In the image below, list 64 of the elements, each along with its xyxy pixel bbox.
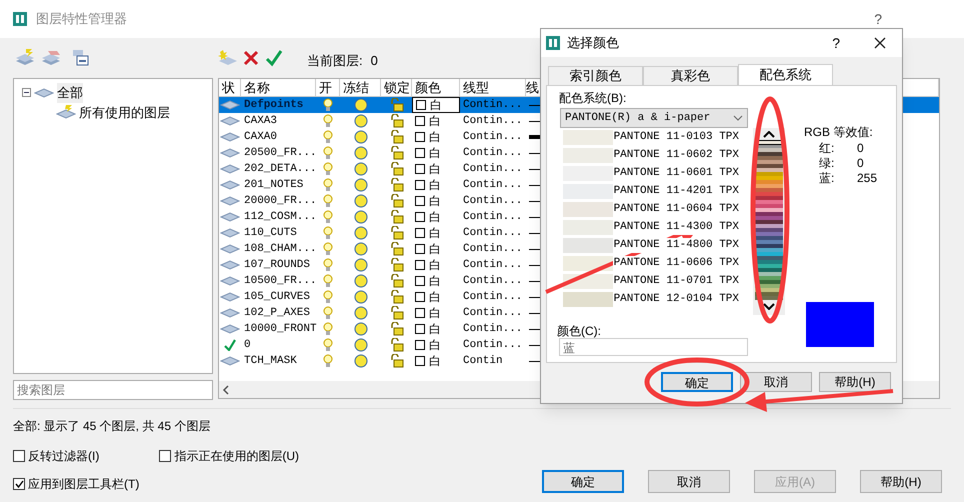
table-cell-text: Contin... <box>462 258 522 273</box>
table-cell-text: 201_NOTES <box>243 178 304 193</box>
table-cell: 白 <box>429 290 441 304</box>
table-cell-text: 107_ROUNDS <box>243 258 310 273</box>
table-cell-text: 202_DETA... <box>243 162 317 177</box>
table-cell-text: Contin... <box>462 322 522 337</box>
table-cell-text: Contin... <box>462 210 522 225</box>
table-cell-text: 20500_FR... <box>243 146 317 161</box>
table-cell-text: Contin... <box>462 146 522 161</box>
table-cell: 白 <box>429 354 441 368</box>
table-cell: 白 <box>429 306 441 320</box>
status-text: 全部: 显示了 45 个图层, 共 45 个图层 <box>13 418 212 435</box>
table-cell-text: Contin... <box>462 114 522 129</box>
table-cell-text: 0 <box>243 338 251 353</box>
rgb-value: 0 <box>857 156 864 171</box>
table-cell: 白 <box>429 162 441 176</box>
table-cell-text: 10000_FRONT <box>243 322 317 337</box>
table-cell-text: Defpoints <box>243 98 304 113</box>
table-cell: 白 <box>429 178 441 192</box>
color-label: 颜色(C): <box>557 323 601 340</box>
table-cell-text: Contin... <box>462 306 522 321</box>
table-cell-text: 102_P_AXES <box>243 306 310 321</box>
table-cell-text: Contin... <box>462 274 522 289</box>
table-cell-text: 112_COSM... <box>243 210 317 225</box>
table-cell-text: Contin... <box>462 338 522 353</box>
table-cell: 白 <box>429 130 441 144</box>
table-cell-text: CAXA0 <box>243 130 278 145</box>
color-book-label: 配色系统(B): <box>559 90 626 107</box>
table-cell-text: Contin... <box>462 130 522 145</box>
table-cell: 白 <box>429 274 441 288</box>
dialog-title: 选择颜色 <box>567 34 619 52</box>
table-cell: 白 <box>429 242 441 256</box>
table-cell-text: 110_CUTS <box>243 226 297 241</box>
table-cell: 白 <box>429 338 441 352</box>
table-cell-text: Contin <box>462 354 503 369</box>
rgb-channel-label: 绿: <box>819 156 836 171</box>
rgb-channel-label: 蓝: <box>819 171 836 186</box>
table-cell-text: 105_CURVES <box>243 290 310 305</box>
table-cell: 白 <box>429 210 441 224</box>
table-cell: 白 <box>429 322 441 336</box>
table-cell-text: TCH_MASK <box>243 354 297 369</box>
table-cell-text: Contin... <box>462 162 522 177</box>
table-cell: 白 <box>430 98 442 112</box>
table-cell-text: Contin... <box>462 194 522 209</box>
table-cell-text: Contin... <box>462 226 522 241</box>
current-layer-label: 当前图层: 0 <box>307 52 378 70</box>
table-cell-text: Contin... <box>462 98 522 113</box>
table-cell-text: Contin... <box>462 242 522 257</box>
table-cell: 白 <box>429 194 441 208</box>
table-cell: 白 <box>429 258 441 272</box>
table-cell-text: Contin... <box>462 178 522 193</box>
table-cell-text: 20000_FR... <box>243 194 317 209</box>
table-cell: 白 <box>429 146 441 160</box>
rgb-value: 0 <box>857 141 864 156</box>
rgb-channel-label: 红: <box>819 141 836 156</box>
window-title: 图层特性管理器 <box>36 10 127 28</box>
table-cell-text: 10500_FR... <box>243 274 317 289</box>
table-cell-text: Contin... <box>462 290 522 305</box>
table-cell-text: CAXA3 <box>243 114 278 129</box>
rgb-label: RGB 等效值: <box>804 124 873 141</box>
table-cell: 白 <box>429 226 441 240</box>
table-cell: 白 <box>429 114 441 128</box>
table-cell-text: 108_CHAM... <box>243 242 317 257</box>
rgb-value: 255 <box>857 171 878 186</box>
